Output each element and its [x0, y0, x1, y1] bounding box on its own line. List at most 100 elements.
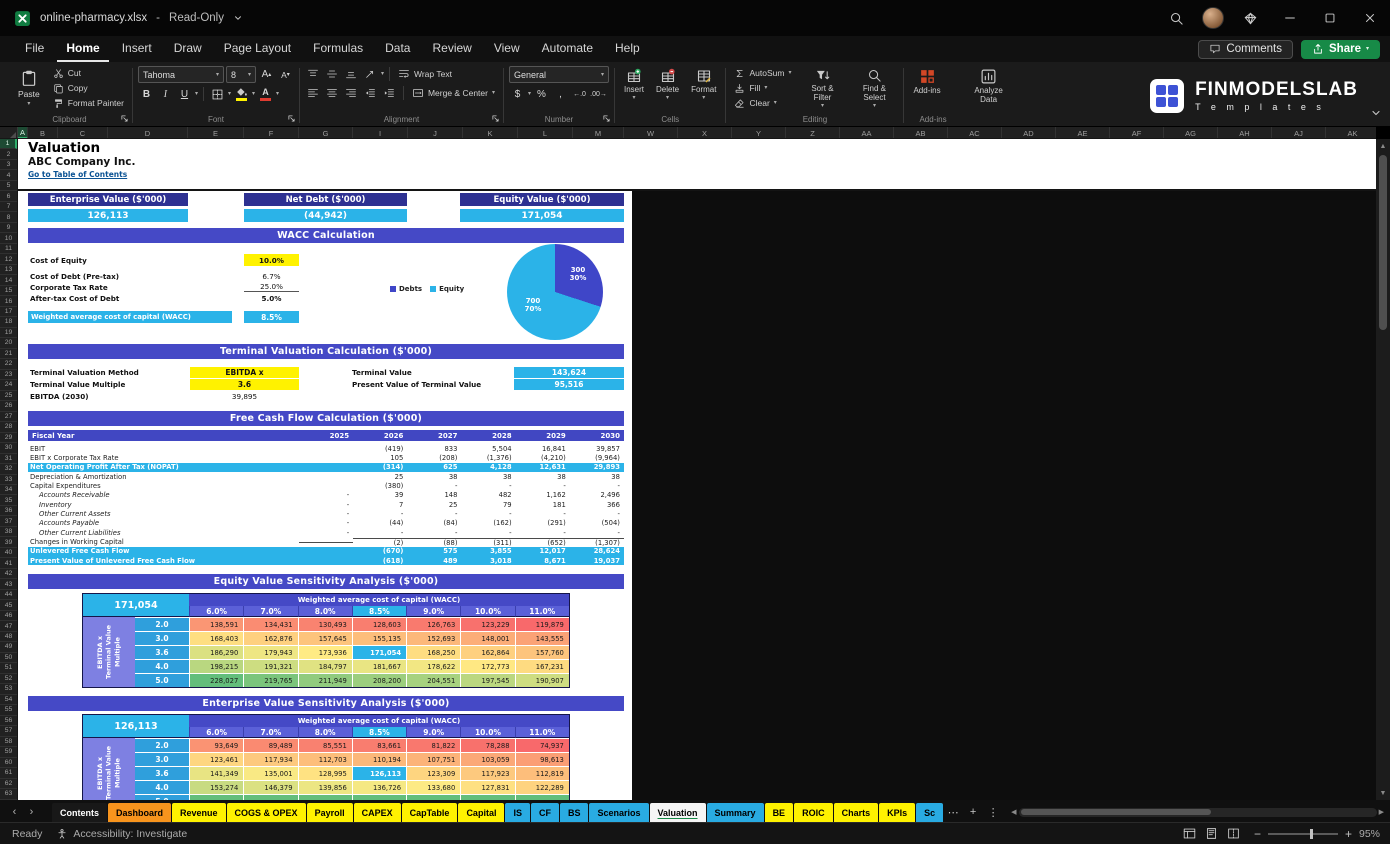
sensitivity-cell[interactable]: 126,763	[406, 617, 460, 631]
wacc-column-header[interactable]: 6.0%	[189, 727, 243, 738]
sensitivity-cell[interactable]: 186,290	[189, 645, 243, 659]
excel-app-icon[interactable]	[14, 10, 31, 27]
increase-font-size-button[interactable]: A▴	[258, 67, 275, 83]
row-header-14[interactable]: 14	[0, 275, 17, 285]
comments-button[interactable]: Comments	[1198, 40, 1293, 59]
row-header-13[interactable]: 13	[0, 265, 17, 275]
sheet-tab-is[interactable]: IS	[505, 803, 530, 822]
sensitivity-cell[interactable]: 204,551	[406, 673, 460, 687]
sensitivity-cell[interactable]: 133,680	[406, 780, 460, 794]
sensitivity-cell[interactable]: 74,937	[515, 738, 569, 752]
orientation-button[interactable]	[362, 66, 379, 82]
column-header-X[interactable]: X	[678, 127, 732, 139]
column-header-G[interactable]: G	[299, 127, 353, 139]
scroll-right-icon[interactable]: ▶	[1379, 808, 1384, 816]
cell-value[interactable]: 366	[570, 501, 624, 509]
net-debt-cell[interactable]: (44,942)	[244, 209, 407, 222]
autosum-button[interactable]: AutoSum▾	[731, 66, 794, 80]
row-header-42[interactable]: 42	[0, 569, 17, 579]
sheet-menu-button[interactable]: ⋮	[983, 802, 1003, 822]
row-header-31[interactable]: 31	[0, 454, 17, 464]
cell-value[interactable]: -	[516, 510, 570, 518]
cell-value[interactable]: (162)	[461, 519, 515, 527]
align-bottom-button[interactable]	[343, 66, 360, 82]
zoom-level[interactable]: 95%	[1359, 828, 1380, 840]
sensitivity-cell[interactable]: 171,054	[352, 645, 406, 659]
sensitivity-cell[interactable]: 168,403	[189, 631, 243, 645]
format-cells-button[interactable]: Format▾	[687, 66, 720, 103]
sensitivity-cell[interactable]: 157,760	[515, 645, 569, 659]
row-header-41[interactable]: 41	[0, 558, 17, 568]
wacc-column-header[interactable]: 9.0%	[406, 606, 460, 617]
row-header-63[interactable]: 63	[0, 789, 17, 799]
sensitivity-cell[interactable]: 89,489	[243, 738, 297, 752]
row-header-35[interactable]: 35	[0, 495, 17, 505]
sheet-tab-scenarios[interactable]: Scenarios	[589, 803, 648, 822]
row-header-7[interactable]: 7	[0, 202, 17, 212]
cell-value[interactable]: 181	[516, 501, 570, 509]
row-header-59[interactable]: 59	[0, 747, 17, 757]
sensitivity-cell[interactable]: 184,797	[298, 659, 352, 673]
sheet-tab-be[interactable]: BE	[765, 803, 794, 822]
sensitivity-cell[interactable]: 127,831	[460, 780, 514, 794]
row-header-9[interactable]: 9	[0, 223, 17, 233]
sensitivity-cell[interactable]: 78,288	[460, 738, 514, 752]
pv-terminal-value-cell[interactable]: 95,516	[514, 379, 624, 390]
cell-value[interactable]: 1,162	[516, 491, 570, 499]
wacc-result-cell[interactable]: 8.5%	[244, 311, 299, 323]
scroll-up-icon[interactable]: ▲	[1380, 139, 1387, 153]
borders-button[interactable]	[209, 86, 226, 102]
font-name-select[interactable]: Tahoma▾	[138, 66, 224, 83]
row-header-40[interactable]: 40	[0, 548, 17, 558]
dialog-launcher-icon[interactable]	[120, 114, 129, 123]
multiple-row-header[interactable]: 3.6	[135, 645, 189, 659]
column-header-Z[interactable]: Z	[786, 127, 840, 139]
wacc-column-header[interactable]: 9.0%	[406, 727, 460, 738]
sensitivity-cell[interactable]: 168,250	[406, 645, 460, 659]
sensitivity-cell[interactable]: 172,773	[460, 659, 514, 673]
sensitivity-cell[interactable]: 112,703	[298, 752, 352, 766]
cell-value[interactable]: 19,037	[570, 557, 624, 565]
row-header-36[interactable]: 36	[0, 506, 17, 516]
menu-draw[interactable]: Draw	[165, 36, 211, 62]
align-center-button[interactable]	[324, 85, 341, 101]
row-header-5[interactable]: 5	[0, 181, 17, 191]
cell-value[interactable]: 3,855	[461, 547, 515, 555]
row-header-50[interactable]: 50	[0, 653, 17, 663]
chevron-down-icon[interactable]: ▾	[381, 71, 384, 77]
premium-diamond-button[interactable]	[1230, 0, 1270, 36]
underline-button[interactable]: U	[176, 86, 193, 102]
row-header-8[interactable]: 8	[0, 212, 17, 222]
cell-value[interactable]: 625	[407, 463, 461, 471]
font-color-button[interactable]: A	[257, 86, 274, 102]
sensitivity-cell[interactable]: 141,349	[189, 766, 243, 780]
sensitivity-cell[interactable]: 85,551	[298, 738, 352, 752]
tax-rate-cell[interactable]: 25.0%	[244, 281, 299, 292]
sensitivity-cell[interactable]: 139,856	[298, 780, 352, 794]
cell-value[interactable]: -	[461, 529, 515, 537]
bold-button[interactable]: B	[138, 86, 155, 102]
cell-value[interactable]: -	[516, 529, 570, 537]
cell-value[interactable]: 39,857	[570, 445, 624, 453]
column-header-AJ[interactable]: AJ	[1272, 127, 1326, 139]
cell-value[interactable]: (652)	[516, 538, 570, 547]
cell-value[interactable]: -	[461, 482, 515, 490]
sensitivity-cell[interactable]: 208,200	[352, 673, 406, 687]
cell-value[interactable]: (1,376)	[461, 454, 515, 462]
column-header-J[interactable]: J	[408, 127, 463, 139]
sensitivity-cell[interactable]: 181,667	[352, 659, 406, 673]
menu-data[interactable]: Data	[376, 36, 419, 62]
menu-automate[interactable]: Automate	[533, 36, 602, 62]
cell-value[interactable]: (670)	[353, 547, 407, 555]
find-select-button[interactable]: Find & Select▾	[850, 66, 898, 111]
cell-value[interactable]: (88)	[407, 538, 461, 547]
search-button[interactable]	[1156, 0, 1196, 36]
zoom-in-button[interactable]: +	[1345, 827, 1352, 841]
cell-value[interactable]: -	[299, 519, 353, 527]
menu-file[interactable]: File	[16, 36, 53, 62]
sensitivity-cell[interactable]: 153,274	[189, 780, 243, 794]
cell-value[interactable]: 8,671	[516, 557, 570, 565]
increase-indent-button[interactable]	[381, 85, 398, 101]
collapse-ribbon-button[interactable]	[1370, 107, 1382, 122]
row-header-61[interactable]: 61	[0, 768, 17, 778]
